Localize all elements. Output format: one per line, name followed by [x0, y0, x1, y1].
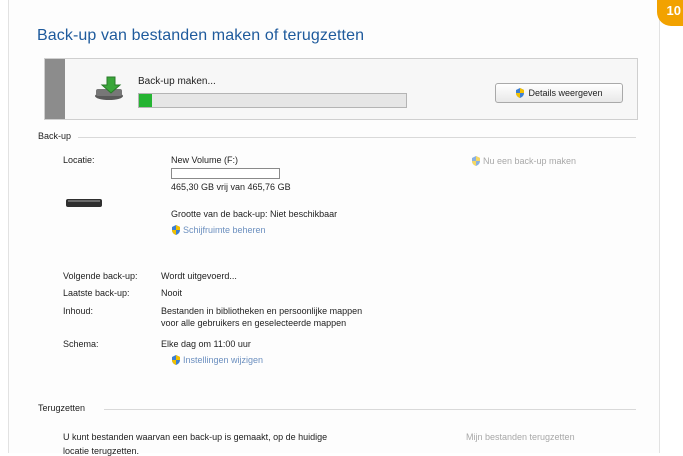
backup-now-button[interactable]: Nu een back-up maken: [471, 156, 576, 166]
next-backup-value: Wordt uitgevoerd...: [161, 271, 237, 281]
drive-usage-bar: [171, 168, 280, 179]
free-space-text: 465,30 GB vrij van 465,76 GB: [171, 182, 291, 192]
shield-icon: [516, 88, 525, 98]
restore-text-line2: locatie terugzetten.: [63, 446, 140, 456]
backup-progress-bar: [138, 93, 407, 108]
backup-progress-fill: [139, 94, 152, 107]
backup-section-divider: [78, 137, 636, 138]
backup-drive-icon: [95, 76, 123, 100]
last-backup-label: Laatste back-up:: [63, 288, 130, 298]
shield-icon: [172, 355, 180, 365]
page-number-badge: 10: [657, 0, 683, 26]
restore-section-divider: [104, 409, 636, 410]
manage-space-link[interactable]: Schijfruimte beheren: [171, 225, 266, 235]
page-title: Back-up van bestanden maken of terugzett…: [37, 27, 365, 44]
progress-box-stripe: [45, 59, 65, 119]
manage-space-label: Schijfruimte beheren: [183, 225, 266, 235]
restore-files-label: Mijn bestanden terugzetten: [466, 432, 575, 442]
backup-size-text: Grootte van de back-up: Niet beschikbaar: [171, 209, 338, 219]
schedule-value: Elke dag om 11:00 uur: [161, 339, 251, 349]
backup-now-label: Nu een back-up maken: [483, 156, 577, 166]
contents-label: Inhoud:: [63, 306, 94, 316]
location-label: Locatie:: [63, 155, 95, 165]
restore-section-title: Terugzetten: [38, 403, 86, 413]
details-button[interactable]: Details weergeven: [495, 83, 623, 103]
schedule-label: Schema:: [63, 339, 99, 349]
contents-value-line1: Bestanden in bibliotheken en persoonlijk…: [161, 306, 363, 316]
change-settings-label: Instellingen wijzigen: [183, 355, 264, 365]
backup-section-title: Back-up: [38, 131, 72, 141]
change-settings-link[interactable]: Instellingen wijzigen: [171, 355, 263, 365]
progress-label: Back-up maken...: [138, 76, 216, 87]
restore-files-button[interactable]: Mijn bestanden terugzetten: [466, 432, 575, 442]
last-backup-value: Nooit: [161, 288, 183, 298]
backup-progress-box: Back-up maken... Details weergeven: [44, 58, 638, 120]
restore-text-line1: U kunt bestanden waarvan een back-up is …: [63, 432, 328, 442]
shield-icon: [472, 156, 480, 166]
contents-value-line2: voor alle gebruikers en geselecteerde ma…: [161, 318, 347, 328]
location-value: New Volume (F:): [171, 155, 239, 165]
next-backup-label: Volgende back-up:: [63, 271, 138, 281]
hard-drive-icon: [66, 199, 102, 207]
shield-icon: [172, 225, 180, 235]
details-button-label: Details weergeven: [528, 88, 603, 98]
